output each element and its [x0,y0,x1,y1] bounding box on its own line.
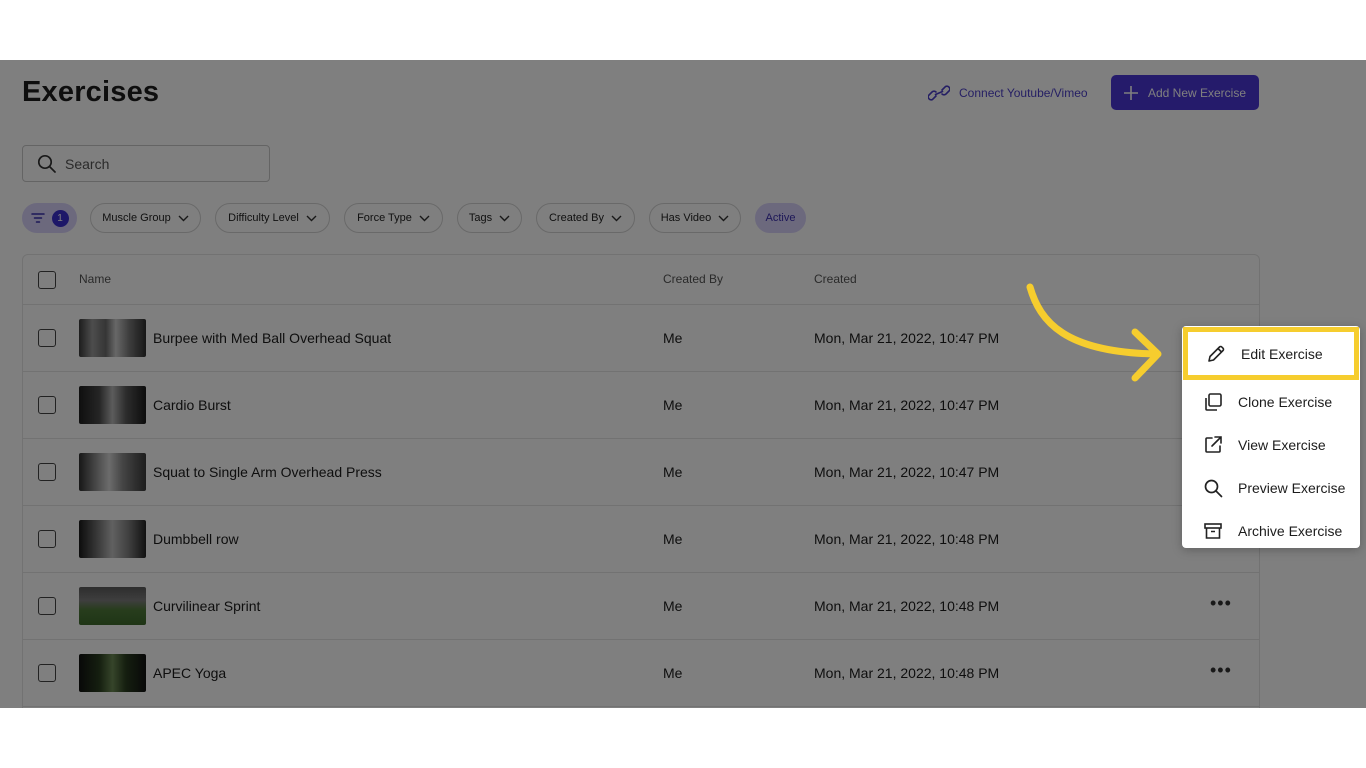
exercises-app: Exercises Connect Youtube/Vimeo Add New … [0,60,1366,708]
exercise-context-menu: Edit Exercise Clone Exercise View Exerci… [1182,326,1360,548]
pointer-arrow-icon [1026,283,1162,382]
menu-item-label: Clone Exercise [1238,394,1333,410]
top-margin [0,0,1366,60]
archive-icon [1204,523,1222,539]
menu-item-label: Preview Exercise [1238,480,1346,496]
menu-item-edit-exercise[interactable]: Edit Exercise [1183,327,1359,380]
menu-item-view-exercise[interactable]: View Exercise [1182,424,1360,466]
copy-icon [1205,393,1222,411]
menu-item-preview-exercise[interactable]: Preview Exercise [1182,467,1360,509]
menu-item-archive-exercise[interactable]: Archive Exercise [1182,510,1360,552]
menu-item-clone-exercise[interactable]: Clone Exercise [1182,381,1360,423]
search-icon [1204,479,1223,498]
menu-item-label: Archive Exercise [1238,523,1343,539]
menu-item-label: View Exercise [1238,437,1326,453]
menu-item-label: Edit Exercise [1241,345,1323,362]
bottom-margin [0,708,1366,768]
external-link-icon [1205,436,1222,453]
pencil-icon [1208,345,1225,362]
